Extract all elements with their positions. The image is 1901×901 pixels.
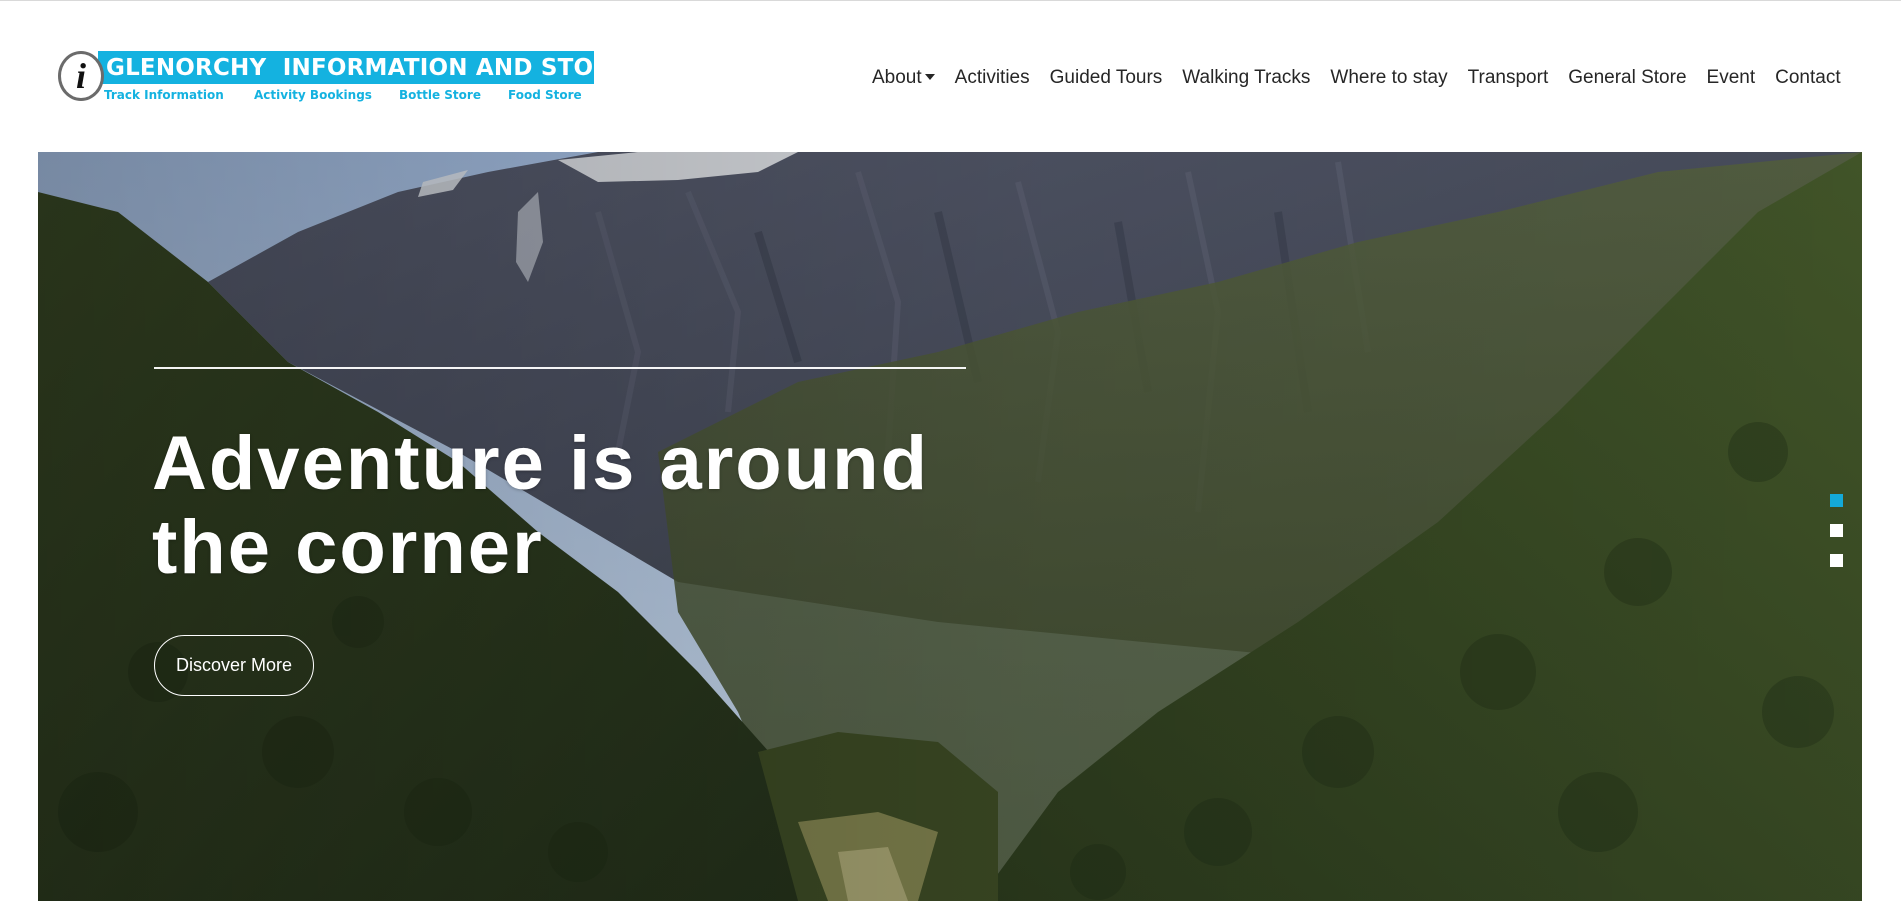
hero-divider bbox=[154, 367, 966, 369]
nav-contact[interactable]: Contact bbox=[1765, 67, 1850, 89]
slide-dot-3[interactable] bbox=[1830, 554, 1843, 567]
logo-sub-food-store: Food Store bbox=[508, 88, 582, 102]
site-header: i GLENORCHY INFORMATION AND STORE Track … bbox=[0, 1, 1901, 152]
nav-general-store[interactable]: General Store bbox=[1558, 67, 1696, 89]
logo-sub-track-information: Track Information bbox=[104, 88, 224, 102]
nav-guided-tours[interactable]: Guided Tours bbox=[1040, 67, 1173, 89]
hero-title: Adventure is around the corner bbox=[152, 421, 929, 590]
logo-title: GLENORCHY INFORMATION AND STORE bbox=[106, 55, 628, 81]
nav-about[interactable]: About bbox=[862, 67, 945, 89]
nav-walking-tracks[interactable]: Walking Tracks bbox=[1172, 67, 1320, 89]
discover-more-button[interactable]: Discover More bbox=[154, 635, 314, 696]
logo-sub-activity-bookings: Activity Bookings bbox=[254, 88, 372, 102]
nav-where-to-stay[interactable]: Where to stay bbox=[1320, 67, 1457, 89]
site-logo[interactable]: i GLENORCHY INFORMATION AND STORE Track … bbox=[58, 49, 627, 107]
hero-slider: Adventure is around the corner Discover … bbox=[38, 152, 1862, 901]
logo-sub-bottle-store: Bottle Store bbox=[399, 88, 481, 102]
nav-event[interactable]: Event bbox=[1697, 67, 1766, 89]
main-nav: About Activities Guided Tours Walking Tr… bbox=[862, 63, 1851, 93]
slide-dot-1[interactable] bbox=[1830, 494, 1843, 507]
caret-down-icon bbox=[924, 74, 935, 80]
slide-dot-2[interactable] bbox=[1830, 524, 1843, 537]
info-icon: i bbox=[58, 51, 104, 101]
slider-pagination bbox=[1830, 494, 1844, 584]
nav-transport[interactable]: Transport bbox=[1458, 67, 1559, 89]
nav-activities[interactable]: Activities bbox=[945, 67, 1040, 89]
nav-about-label: About bbox=[872, 67, 922, 88]
